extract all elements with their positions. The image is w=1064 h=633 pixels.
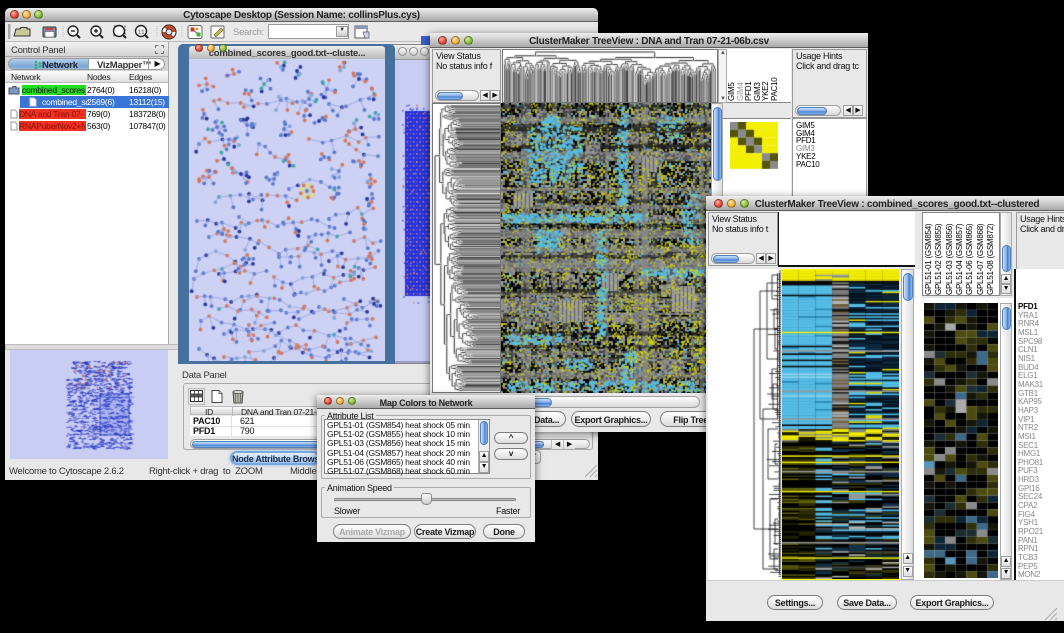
svg-text:1:1: 1:1 [138, 30, 145, 36]
